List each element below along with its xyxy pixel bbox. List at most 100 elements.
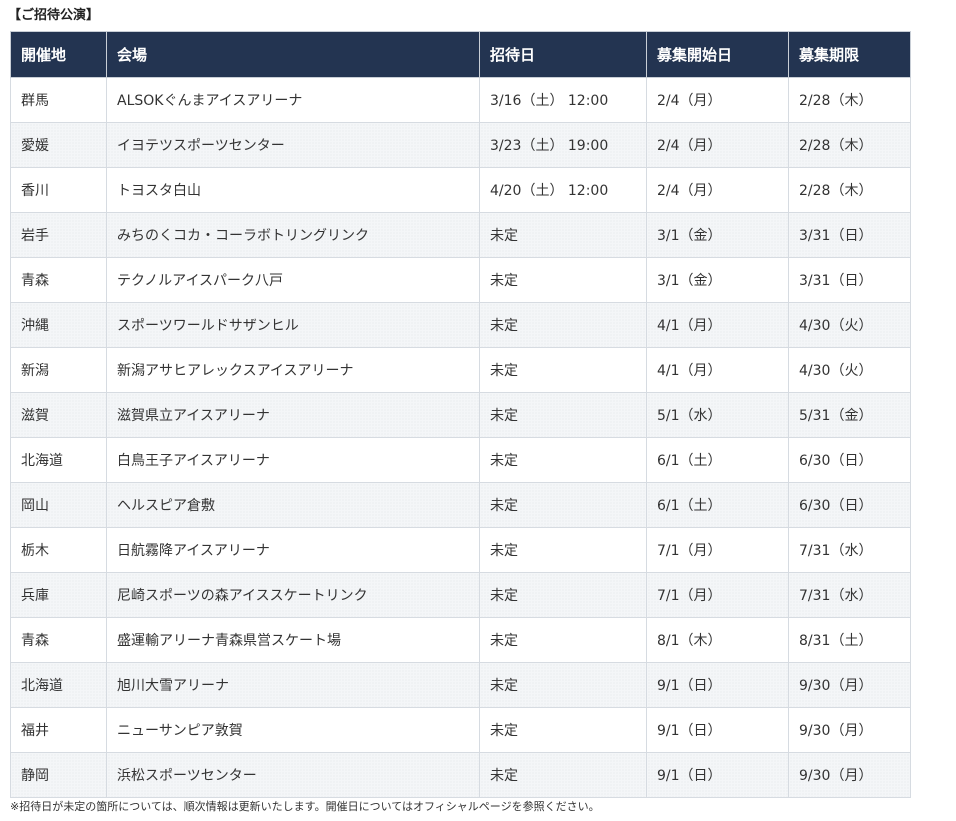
table-row: 栃木 日航霧降アイスアリーナ 未定 7/1（月） 7/31（水） bbox=[10, 527, 911, 573]
cell-apply-deadline: 4/30（火） bbox=[788, 302, 911, 348]
cell-invite-date: 未定 bbox=[479, 662, 647, 708]
cell-region: 青森 bbox=[10, 617, 107, 663]
cell-venue: テクノルアイスパーク八戸 bbox=[106, 257, 480, 303]
cell-region: 愛媛 bbox=[10, 122, 107, 168]
cell-venue: スポーツワールドサザンヒル bbox=[106, 302, 480, 348]
table-row: 香川 トヨスタ白山 4/20（土） 12:00 2/4（月） 2/28（木） bbox=[10, 167, 911, 213]
cell-invite-date: 未定 bbox=[479, 302, 647, 348]
cell-invite-date: 未定 bbox=[479, 347, 647, 393]
cell-venue: ニューサンピア敦賀 bbox=[106, 707, 480, 753]
cell-venue: 旭川大雪アリーナ bbox=[106, 662, 480, 708]
cell-venue: ヘルスピア倉敷 bbox=[106, 482, 480, 528]
table-row: 愛媛 イヨテツスポーツセンター 3/23（土） 19:00 2/4（月） 2/2… bbox=[10, 122, 911, 168]
cell-apply-start: 4/1（月） bbox=[646, 347, 789, 393]
cell-invite-date: 未定 bbox=[479, 617, 647, 663]
cell-invite-date: 未定 bbox=[479, 752, 647, 798]
table-header-row: 開催地 会場 招待日 募集開始日 募集期限 bbox=[10, 31, 911, 78]
header-venue: 会場 bbox=[106, 31, 480, 78]
cell-venue: イヨテツスポーツセンター bbox=[106, 122, 480, 168]
cell-apply-start: 6/1（土） bbox=[646, 482, 789, 528]
table-row: 静岡 浜松スポーツセンター 未定 9/1（日） 9/30（月） bbox=[10, 752, 911, 798]
cell-invite-date: 未定 bbox=[479, 257, 647, 303]
cell-region: 静岡 bbox=[10, 752, 107, 798]
table-row: 岩手 みちのくコカ・コーラボトリングリンク 未定 3/1（金） 3/31（日） bbox=[10, 212, 911, 258]
cell-apply-start: 3/1（金） bbox=[646, 257, 789, 303]
header-apply-deadline: 募集期限 bbox=[788, 31, 911, 78]
cell-region: 岩手 bbox=[10, 212, 107, 258]
cell-apply-deadline: 6/30（日） bbox=[788, 482, 911, 528]
cell-venue: 新潟アサヒアレックスアイスアリーナ bbox=[106, 347, 480, 393]
cell-apply-start: 4/1（月） bbox=[646, 302, 789, 348]
cell-apply-deadline: 8/31（土） bbox=[788, 617, 911, 663]
cell-apply-start: 7/1（月） bbox=[646, 527, 789, 573]
cell-region: 北海道 bbox=[10, 437, 107, 483]
cell-region: 福井 bbox=[10, 707, 107, 753]
cell-apply-deadline: 2/28（木） bbox=[788, 77, 911, 123]
cell-apply-start: 7/1（月） bbox=[646, 572, 789, 618]
cell-apply-deadline: 2/28（木） bbox=[788, 122, 911, 168]
cell-apply-deadline: 3/31（日） bbox=[788, 257, 911, 303]
cell-apply-deadline: 9/30（月） bbox=[788, 752, 911, 798]
header-apply-start: 募集開始日 bbox=[646, 31, 789, 78]
cell-apply-deadline: 6/30（日） bbox=[788, 437, 911, 483]
cell-region: 群馬 bbox=[10, 77, 107, 123]
cell-venue: 盛運輸アリーナ青森県営スケート場 bbox=[106, 617, 480, 663]
cell-region: 新潟 bbox=[10, 347, 107, 393]
cell-apply-start: 8/1（木） bbox=[646, 617, 789, 663]
cell-apply-start: 3/1（金） bbox=[646, 212, 789, 258]
cell-venue: 滋賀県立アイスアリーナ bbox=[106, 392, 480, 438]
cell-apply-deadline: 5/31（金） bbox=[788, 392, 911, 438]
cell-invite-date: 未定 bbox=[479, 437, 647, 483]
cell-apply-start: 2/4（月） bbox=[646, 122, 789, 168]
table-row: 福井 ニューサンピア敦賀 未定 9/1（日） 9/30（月） bbox=[10, 707, 911, 753]
cell-region: 滋賀 bbox=[10, 392, 107, 438]
cell-region: 栃木 bbox=[10, 527, 107, 573]
header-invite-date: 招待日 bbox=[479, 31, 647, 78]
cell-apply-deadline: 9/30（月） bbox=[788, 662, 911, 708]
table-row: 北海道 旭川大雪アリーナ 未定 9/1（日） 9/30（月） bbox=[10, 662, 911, 708]
cell-region: 北海道 bbox=[10, 662, 107, 708]
table-row: 兵庫 尼崎スポーツの森アイススケートリンク 未定 7/1（月） 7/31（水） bbox=[10, 572, 911, 618]
cell-venue: 尼崎スポーツの森アイススケートリンク bbox=[106, 572, 480, 618]
cell-venue: 浜松スポーツセンター bbox=[106, 752, 480, 798]
cell-invite-date: 4/20（土） 12:00 bbox=[479, 167, 647, 213]
cell-apply-start: 9/1（日） bbox=[646, 662, 789, 708]
table-row: 滋賀 滋賀県立アイスアリーナ 未定 5/1（水） 5/31（金） bbox=[10, 392, 911, 438]
table-row: 新潟 新潟アサヒアレックスアイスアリーナ 未定 4/1（月） 4/30（火） bbox=[10, 347, 911, 393]
footnote: ※招待日が未定の箇所については、順次情報は更新いたします。開催日についてはオフィ… bbox=[10, 800, 600, 813]
cell-apply-deadline: 7/31（水） bbox=[788, 527, 911, 573]
cell-apply-start: 5/1（水） bbox=[646, 392, 789, 438]
cell-venue: トヨスタ白山 bbox=[106, 167, 480, 213]
cell-venue: 白鳥王子アイスアリーナ bbox=[106, 437, 480, 483]
cell-venue: ALSOKぐんまアイスアリーナ bbox=[106, 77, 480, 123]
cell-apply-start: 9/1（日） bbox=[646, 752, 789, 798]
section-title: 【ご招待公演】 bbox=[8, 8, 100, 23]
cell-region: 香川 bbox=[10, 167, 107, 213]
cell-apply-start: 2/4（月） bbox=[646, 77, 789, 123]
table-row: 岡山 ヘルスピア倉敷 未定 6/1（土） 6/30（日） bbox=[10, 482, 911, 528]
cell-apply-deadline: 4/30（火） bbox=[788, 347, 911, 393]
cell-invite-date: 未定 bbox=[479, 527, 647, 573]
cell-invite-date: 未定 bbox=[479, 392, 647, 438]
table-row: 青森 テクノルアイスパーク八戸 未定 3/1（金） 3/31（日） bbox=[10, 257, 911, 303]
cell-region: 岡山 bbox=[10, 482, 107, 528]
cell-invite-date: 未定 bbox=[479, 212, 647, 258]
cell-invite-date: 未定 bbox=[479, 572, 647, 618]
table-row: 青森 盛運輸アリーナ青森県営スケート場 未定 8/1（木） 8/31（土） bbox=[10, 617, 911, 663]
cell-venue: みちのくコカ・コーラボトリングリンク bbox=[106, 212, 480, 258]
invitation-events-table: 開催地 会場 招待日 募集開始日 募集期限 群馬 ALSOKぐんまアイスアリーナ… bbox=[10, 31, 911, 798]
header-venue-region: 開催地 bbox=[10, 31, 107, 78]
cell-apply-deadline: 9/30（月） bbox=[788, 707, 911, 753]
cell-invite-date: 3/16（土） 12:00 bbox=[479, 77, 647, 123]
cell-apply-start: 6/1（土） bbox=[646, 437, 789, 483]
table-row: 沖縄 スポーツワールドサザンヒル 未定 4/1（月） 4/30（火） bbox=[10, 302, 911, 348]
cell-apply-deadline: 3/31（日） bbox=[788, 212, 911, 258]
cell-invite-date: 未定 bbox=[479, 482, 647, 528]
cell-apply-deadline: 2/28（木） bbox=[788, 167, 911, 213]
cell-region: 青森 bbox=[10, 257, 107, 303]
cell-venue: 日航霧降アイスアリーナ bbox=[106, 527, 480, 573]
table-row: 北海道 白鳥王子アイスアリーナ 未定 6/1（土） 6/30（日） bbox=[10, 437, 911, 483]
table-row: 群馬 ALSOKぐんまアイスアリーナ 3/16（土） 12:00 2/4（月） … bbox=[10, 77, 911, 123]
cell-apply-start: 2/4（月） bbox=[646, 167, 789, 213]
cell-invite-date: 未定 bbox=[479, 707, 647, 753]
